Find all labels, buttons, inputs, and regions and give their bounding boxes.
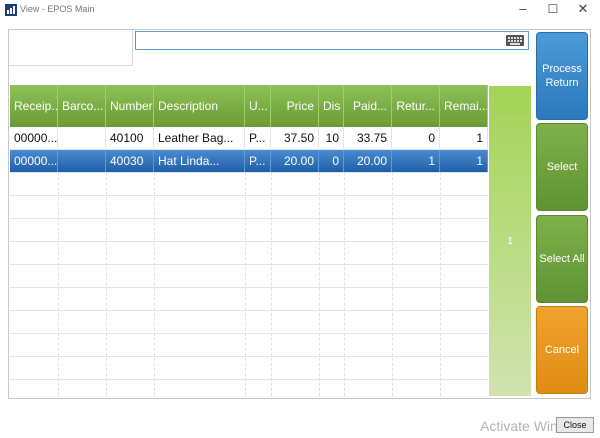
page-number: 1 — [507, 236, 513, 247]
window-title: View - EPOS Main — [20, 4, 95, 14]
process-return-label-line1: Process — [542, 63, 582, 75]
app-chart-icon — [5, 4, 17, 16]
cell-price: 37.50 — [271, 127, 319, 149]
returns-grid: Receip... Barco... Number Description U.… — [10, 85, 488, 396]
cancel-button-label: Cancel — [544, 344, 580, 356]
title-bar: View - EPOS Main – ☐ ✕ — [0, 0, 600, 20]
process-return-button[interactable]: Process Return — [536, 32, 588, 120]
select-all-button-label: Select All — [539, 253, 585, 265]
column-header-description[interactable]: Description — [154, 85, 245, 127]
cell-unit: P... — [245, 150, 271, 172]
cell-paid: 20.00 — [344, 150, 392, 172]
cell-remaining: 1 — [440, 127, 488, 149]
cell-unit: P... — [245, 127, 271, 149]
search-input[interactable] — [138, 33, 498, 48]
column-header-price[interactable]: Price — [271, 85, 319, 127]
search-box[interactable] — [135, 31, 529, 50]
page-scroll-strip[interactable]: 1 — [489, 86, 531, 396]
cell-barcode — [58, 127, 106, 149]
table-row[interactable]: 00000... 40100 Leather Bag... P... 37.50… — [10, 127, 488, 149]
cell-number: 40100 — [106, 127, 154, 149]
cell-returned: 1 — [392, 150, 440, 172]
column-header-paid[interactable]: Paid... — [344, 85, 392, 127]
cell-returned: 0 — [392, 127, 440, 149]
cell-remaining: 1 — [440, 150, 488, 172]
column-header-discount[interactable]: Dis — [319, 85, 344, 127]
column-header-number[interactable]: Number — [106, 85, 154, 127]
table-header: Receip... Barco... Number Description U.… — [10, 85, 488, 127]
cell-receipt: 00000... — [10, 150, 58, 172]
cancel-button[interactable]: Cancel — [536, 306, 588, 394]
cell-discount: 10 — [319, 127, 344, 149]
column-header-receipt[interactable]: Receip... — [10, 85, 58, 127]
close-window-button[interactable]: ✕ — [568, 0, 598, 20]
column-header-unit[interactable]: U... — [245, 85, 271, 127]
cell-barcode — [58, 150, 106, 172]
cell-discount: 0 — [319, 150, 344, 172]
select-all-button[interactable]: Select All — [536, 215, 588, 303]
column-header-returned[interactable]: Retur... — [392, 85, 440, 127]
cell-receipt: 00000... — [10, 127, 58, 149]
cell-paid: 33.75 — [344, 127, 392, 149]
info-panel — [9, 30, 133, 66]
select-button[interactable]: Select — [536, 123, 588, 211]
select-button-label: Select — [546, 161, 578, 173]
cell-description: Hat Linda... — [154, 150, 245, 172]
column-header-barcode[interactable]: Barco... — [58, 85, 106, 127]
table-row-selected[interactable]: 00000... 40030 Hat Linda... P... 20.00 0… — [10, 150, 488, 172]
minimize-button[interactable]: – — [508, 0, 538, 20]
column-header-remaining[interactable]: Remai... — [440, 85, 488, 127]
keyboard-icon[interactable] — [506, 35, 524, 46]
process-return-label-line2: Return — [545, 77, 579, 89]
maximize-button[interactable]: ☐ — [538, 0, 568, 20]
close-button[interactable]: Close — [556, 417, 594, 433]
cell-price: 20.00 — [271, 150, 319, 172]
cell-description: Leather Bag... — [154, 127, 245, 149]
cell-number: 40030 — [106, 150, 154, 172]
